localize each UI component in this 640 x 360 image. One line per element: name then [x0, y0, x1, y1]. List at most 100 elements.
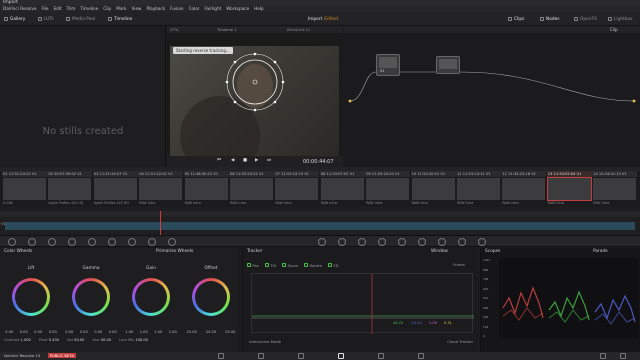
wheel-value[interactable]: 25.00	[187, 330, 197, 334]
play-icon[interactable]: ▶	[255, 158, 258, 163]
palette-tool-icon[interactable]	[128, 238, 136, 246]
timeline-selector[interactable]: Timeline 1	[217, 26, 237, 33]
palette-tool-icon[interactable]	[8, 238, 16, 246]
clip-thumbnail[interactable]: 01 11:51:24:22 V1 H.264	[2, 171, 47, 207]
palette-tool-icon[interactable]	[398, 238, 406, 246]
clips-button[interactable]: Clips	[508, 15, 524, 23]
page-edit-icon[interactable]	[258, 353, 264, 359]
footer-value[interactable]: 50.00	[101, 338, 111, 342]
zoom-level[interactable]: 27%	[170, 26, 178, 33]
palette-tool-icon[interactable]	[28, 238, 36, 246]
wheel-value[interactable]: 1.00	[140, 330, 148, 334]
wheel-ring[interactable]	[192, 278, 230, 316]
clip-thumbnail[interactable]: 13 11:53:02:04 V1 RAW Intra	[546, 171, 592, 207]
footer-value[interactable]: 100.00	[135, 338, 148, 342]
wheel-value[interactable]: 0.00	[49, 330, 57, 334]
clip-thumbnail[interactable]: 11 11:53:13:11 V1 RAW Intra	[456, 171, 501, 207]
stop-icon[interactable]: ■	[243, 158, 247, 163]
viewer-image[interactable]: Starting reverse tracking...	[170, 46, 339, 169]
wheel-value[interactable]: 0.00	[5, 330, 13, 334]
palette-tool-icon[interactable]	[88, 238, 96, 246]
tracker-option[interactable]: 3D	[327, 262, 339, 268]
timeline-ruler[interactable]	[0, 211, 640, 217]
tracker-option[interactable]: Zoom	[282, 262, 298, 268]
wheel-footer-item[interactable]: Lum Mix 100.00	[119, 338, 148, 342]
page-color-icon[interactable]	[338, 353, 344, 359]
corrector-node[interactable]: 01	[376, 54, 400, 76]
palette-tool-icon[interactable]	[418, 238, 426, 246]
wheel-footer-item[interactable]: Sat 50.00	[67, 338, 84, 342]
wheel-ring[interactable]	[72, 278, 110, 316]
page-fairlight-icon[interactable]	[378, 353, 384, 359]
clip-thumbnail[interactable]: 12 11:34:25:16 V1 RAW Intra	[501, 171, 547, 207]
wheel-value[interactable]: 0.00	[65, 330, 73, 334]
gallery-button[interactable]: Gallery	[4, 15, 25, 23]
footer-value[interactable]: 50.00	[74, 338, 84, 342]
settings-icon[interactable]	[620, 353, 626, 359]
tracker-option[interactable]: Pan	[247, 262, 259, 268]
interactive-mode-toggle[interactable]: Interactive Mode	[249, 339, 281, 344]
node-editor[interactable]: Clip 01	[344, 26, 640, 166]
scopes-mode[interactable]: Parade	[593, 249, 608, 254]
wheel-value[interactable]: 0.00	[34, 330, 42, 334]
clip-thumbnail[interactable]: 05 11:48:30:22 V1 RAW Intra	[183, 171, 229, 207]
palette-tool-icon[interactable]	[458, 238, 466, 246]
clip-thumbnail[interactable]: 08 11:53:07:02 V1 RAW Intra	[319, 171, 365, 207]
wheel-value[interactable]: 1.00	[125, 330, 133, 334]
palette-tool-icon[interactable]	[48, 238, 56, 246]
mini-timeline[interactable]: V1	[0, 207, 640, 235]
tracker-option[interactable]: Tilt	[265, 262, 276, 268]
wheel-value[interactable]: 25.00	[206, 330, 216, 334]
wheels-mode[interactable]: Primaries Wheels	[156, 249, 193, 254]
reverse-icon[interactable]: ◀	[231, 158, 234, 163]
palette-tool-icon[interactable]	[108, 238, 116, 246]
wheel-footer-item[interactable]: Pivot 0.435	[39, 338, 59, 342]
tracker-mode[interactable]: Window	[431, 249, 448, 254]
tracking-window-overlay[interactable]	[170, 46, 339, 169]
clip-thumbnail[interactable]: 06 11:53:25:22 V1 RAW Intra	[229, 171, 274, 207]
palette-tool-icon[interactable]	[438, 238, 446, 246]
page-deliver-icon[interactable]	[418, 353, 424, 359]
openfx-button[interactable]: OpenFX	[574, 15, 597, 23]
footer-value[interactable]: 0.435	[49, 338, 59, 342]
wheel-value[interactable]: 0.00	[109, 330, 117, 334]
footer-value[interactable]: 1.000	[21, 338, 31, 342]
wheel-footer-item[interactable]: Contrast 1.000	[4, 338, 31, 342]
palette-tool-icon[interactable]	[168, 238, 176, 246]
clip-thumbnail[interactable]: 04 11:51:22:02 V1 RAW Intra	[138, 171, 184, 207]
wheel-ring[interactable]	[132, 278, 170, 316]
palette-tool-icon[interactable]	[358, 238, 366, 246]
palette-tool-icon[interactable]	[148, 238, 156, 246]
wheel-value[interactable]: 0.00	[94, 330, 102, 334]
output-node[interactable]	[436, 56, 460, 74]
palette-tool-icon[interactable]	[478, 238, 486, 246]
video-track[interactable]	[5, 222, 635, 230]
page-fusion-icon[interactable]	[298, 353, 304, 359]
tracker-option[interactable]: Rotate	[304, 262, 322, 268]
clip-thumbnail[interactable]: 03 11:51:24:07 V1 Apple ProRes 422 HQ	[92, 171, 138, 207]
wheel-center[interactable]	[195, 281, 227, 313]
media-pool-button[interactable]: Media Pool	[66, 15, 95, 23]
wheel-value[interactable]: 1.00	[169, 330, 177, 334]
palette-tool-icon[interactable]	[338, 238, 346, 246]
home-icon[interactable]	[600, 353, 606, 359]
wheel-center[interactable]	[135, 281, 167, 313]
tracker-type-select[interactable]: Cloud Tracker	[447, 339, 473, 344]
frame-label[interactable]: Frame	[453, 262, 465, 267]
luts-button[interactable]: LUTs	[38, 15, 53, 23]
playhead[interactable]	[160, 211, 161, 235]
lightbox-button[interactable]: Lightbox	[608, 15, 633, 23]
clip-thumbnail[interactable]: 07 11:53:15:19 V1 RAW Intra	[274, 171, 320, 207]
wheel-value[interactable]: 1.00	[154, 330, 162, 334]
last-frame-icon[interactable]: ⏭	[267, 158, 271, 163]
wheel-ring[interactable]	[12, 278, 50, 316]
page-media-icon[interactable]	[218, 353, 224, 359]
clip-thumbnail[interactable]: 14 10:24:01:13 V1 RAW Intra	[592, 171, 638, 207]
nodes-button[interactable]: Nodes	[540, 15, 559, 23]
palette-tool-icon[interactable]	[378, 238, 386, 246]
wheel-center[interactable]	[15, 281, 47, 313]
wheel-value[interactable]: 0.00	[80, 330, 88, 334]
wheel-footer-item[interactable]: Hue 50.00	[92, 338, 111, 342]
clip-thumbnail[interactable]: 02 00:57:50:02 V1 Apple ProRes 422 HQ	[47, 171, 93, 207]
palette-tool-icon[interactable]	[68, 238, 76, 246]
